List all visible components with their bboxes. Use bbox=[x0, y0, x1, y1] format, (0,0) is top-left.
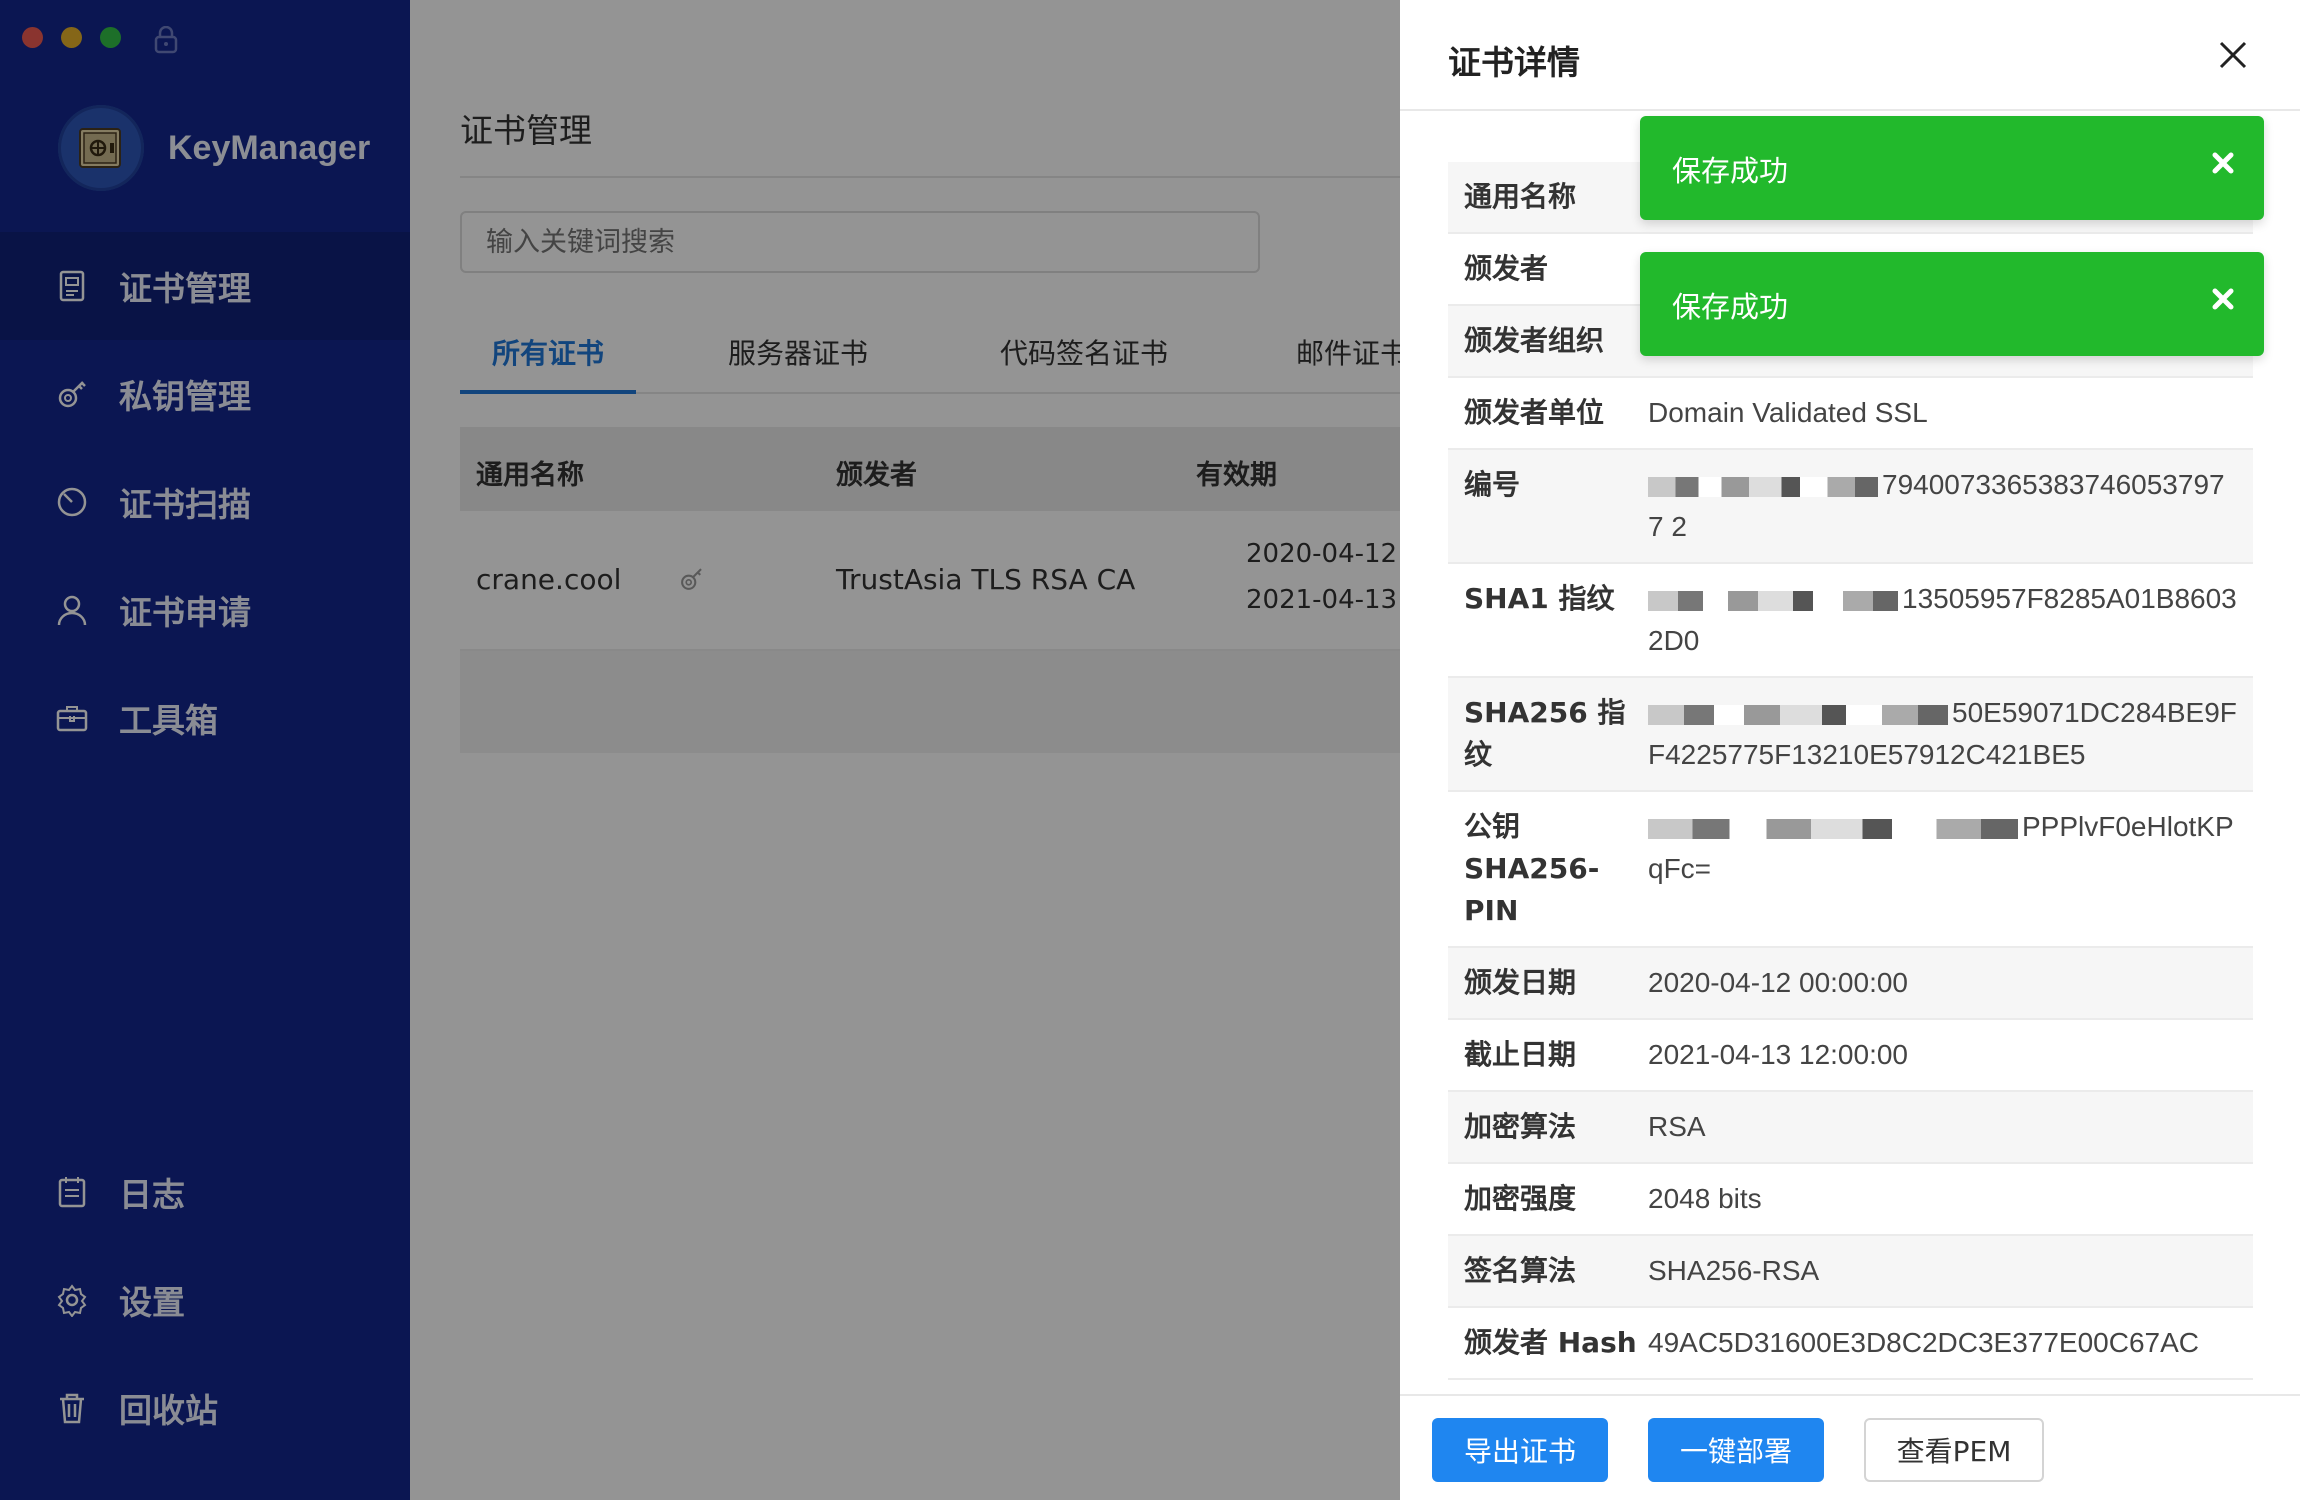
detail-row: 颁发者 Hash 49AC5D31600E3D8C2DC3E377E00C67A… bbox=[1448, 1308, 2253, 1380]
toast-message: 保存成功 bbox=[1672, 154, 1789, 188]
close-icon[interactable] bbox=[2210, 286, 2236, 312]
detail-row: 截止日期 2021-04-13 12:00:00 bbox=[1448, 1020, 2253, 1092]
redacted-block bbox=[1648, 476, 1878, 497]
drawer-title: 证书详情 bbox=[1448, 43, 1580, 82]
toast-message: 保存成功 bbox=[1672, 290, 1789, 324]
detail-row: 签名算法 SHA256-RSA bbox=[1448, 1236, 2253, 1308]
success-toast: 保存成功 bbox=[1640, 252, 2264, 356]
detail-key: 颁发日期 bbox=[1464, 966, 1577, 999]
detail-key: SHA1 指纹 bbox=[1464, 582, 1615, 615]
detail-row: 公钥 SHA256-PIN PPPlvF0eHlotKPqFc= bbox=[1448, 792, 2253, 948]
detail-row: 加密强度 2048 bits bbox=[1448, 1164, 2253, 1236]
export-certificate-button[interactable]: 导出证书 bbox=[1432, 1418, 1608, 1482]
detail-key: 通用名称 bbox=[1464, 180, 1577, 213]
redacted-block bbox=[1648, 704, 1948, 725]
close-icon[interactable] bbox=[2210, 150, 2236, 176]
modal-overlay[interactable] bbox=[0, 0, 1400, 1500]
detail-value: 49AC5D31600E3D8C2DC3E377E00C67AC bbox=[1648, 1327, 2200, 1358]
detail-value: Domain Validated SSL bbox=[1648, 397, 1928, 428]
detail-key: 编号 bbox=[1464, 468, 1521, 501]
detail-value: 2020-04-12 00:00:00 bbox=[1648, 967, 1908, 998]
detail-key: 签名算法 bbox=[1464, 1254, 1577, 1287]
detail-key: 加密算法 bbox=[1464, 1110, 1577, 1143]
detail-key: 颁发者 Hash bbox=[1464, 1326, 1637, 1359]
detail-row: 颁发日期 2020-04-12 00:00:00 bbox=[1448, 948, 2253, 1020]
detail-key: 颁发者 bbox=[1464, 252, 1549, 285]
detail-key: 公钥 SHA256-PIN bbox=[1464, 810, 1600, 927]
detail-key: 颁发者组织 bbox=[1464, 324, 1605, 357]
detail-key: SHA256 指纹 bbox=[1464, 696, 1626, 771]
redacted-block bbox=[1648, 818, 2018, 839]
detail-row: 加密算法 RSA bbox=[1448, 1092, 2253, 1164]
detail-value: 2021-04-13 12:00:00 bbox=[1648, 1039, 1908, 1070]
close-icon[interactable] bbox=[2218, 40, 2248, 70]
drawer-header: 证书详情 bbox=[1400, 0, 2300, 111]
detail-row: SHA1 指纹 13505957F8285A01B86032D0 bbox=[1448, 564, 2253, 678]
detail-row: 颁发者单位 Domain Validated SSL bbox=[1448, 378, 2253, 450]
detail-value: 79400733653837460537977 2 bbox=[1648, 450, 2253, 562]
view-pem-button[interactable]: 查看PEM bbox=[1864, 1418, 2044, 1482]
detail-row: 编号 79400733653837460537977 2 bbox=[1448, 450, 2253, 564]
one-click-deploy-button[interactable]: 一键部署 bbox=[1648, 1418, 1824, 1482]
detail-value: PPPlvF0eHlotKPqFc= bbox=[1648, 792, 2253, 946]
detail-value: SHA256-RSA bbox=[1648, 1255, 1820, 1286]
detail-value: RSA bbox=[1648, 1111, 1706, 1142]
certificate-details-drawer: 证书详情 通用名称 crane.cool 颁发者 TrustAsia TLS R… bbox=[1400, 0, 2300, 1500]
redacted-block bbox=[1648, 590, 1898, 611]
detail-value: 2048 bits bbox=[1648, 1183, 1762, 1214]
detail-key: 截止日期 bbox=[1464, 1038, 1577, 1071]
detail-key: 加密强度 bbox=[1464, 1182, 1577, 1215]
drawer-footer: 导出证书 一键部署 查看PEM bbox=[1400, 1394, 2300, 1500]
detail-row: SHA256 指纹 50E59071DC284BE9FF4225775F1321… bbox=[1448, 678, 2253, 792]
detail-value: 13505957F8285A01B86032D0 bbox=[1648, 564, 2253, 676]
detail-key: 颁发者单位 bbox=[1464, 396, 1605, 429]
detail-value: 50E59071DC284BE9FF4225775F13210E57912C42… bbox=[1648, 678, 2253, 790]
success-toast: 保存成功 bbox=[1640, 116, 2264, 220]
